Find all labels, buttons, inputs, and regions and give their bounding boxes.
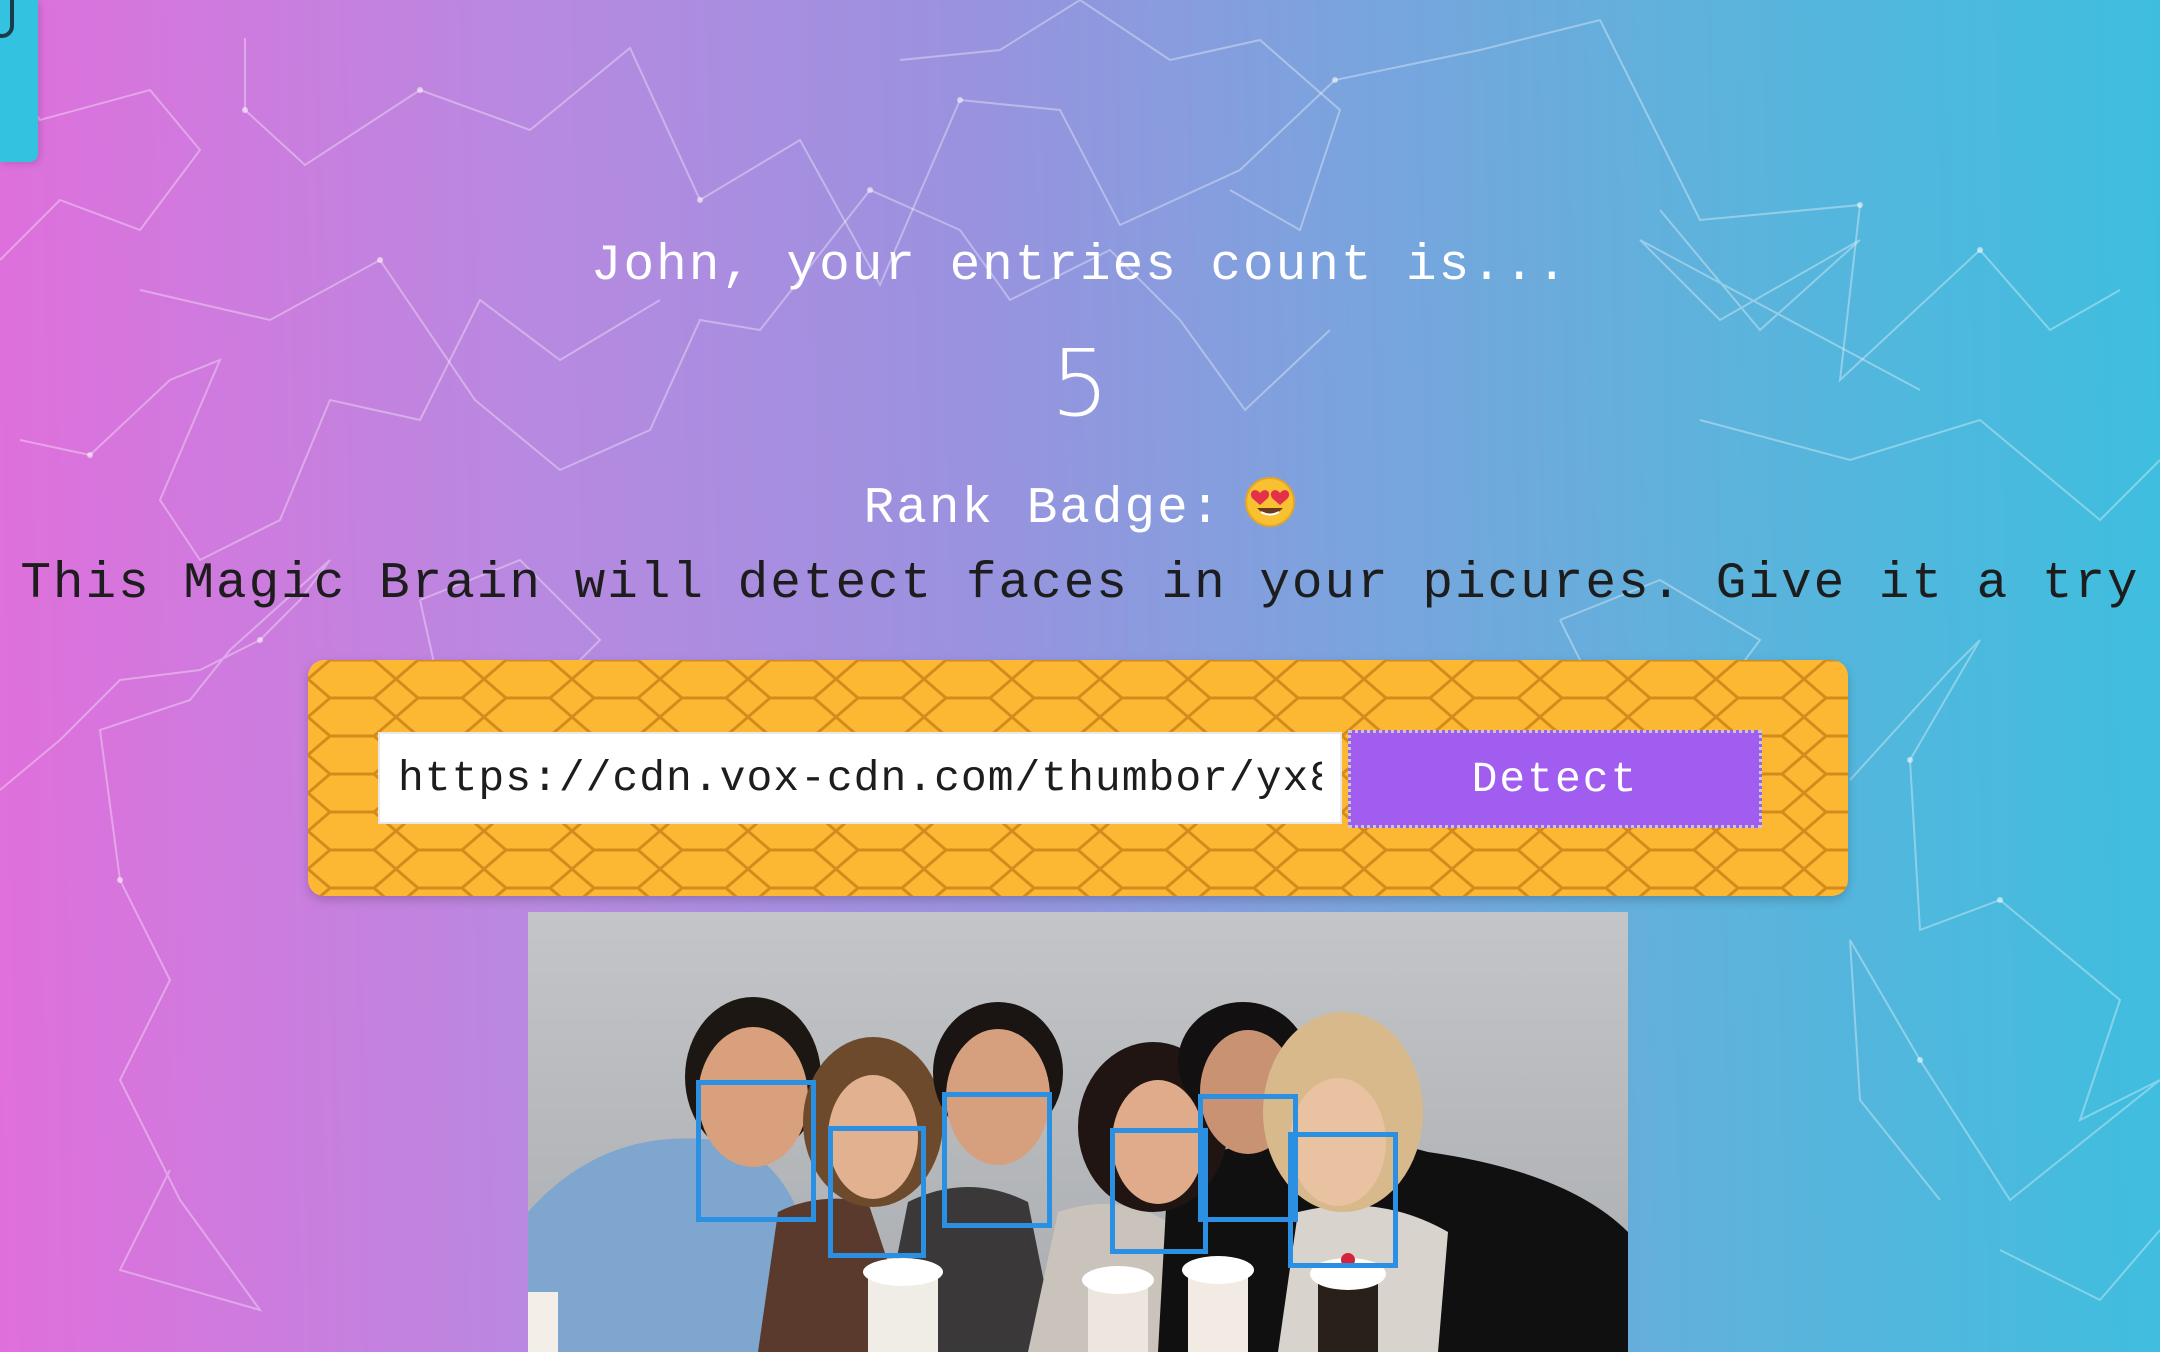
image-link-form: Detect <box>308 660 1848 896</box>
rank-badge-row: Rank Badge: <box>0 476 2160 538</box>
face-bounding-box <box>1198 1094 1298 1222</box>
face-bounding-box <box>828 1126 926 1258</box>
face-bounding-box <box>1288 1132 1398 1268</box>
heart-eyes-emoji-icon <box>1245 477 1296 527</box>
friends-cast-photo <box>528 912 1628 1352</box>
rank-badge-label: Rank Badge: <box>863 481 1223 538</box>
image-url-input[interactable] <box>378 732 1342 824</box>
logo-tab[interactable] <box>0 0 38 162</box>
entries-greeting: John, your entries count is... <box>590 238 1570 295</box>
face-bounding-box <box>1110 1128 1208 1254</box>
face-bounding-box <box>696 1080 816 1222</box>
face-detection-image <box>528 912 1628 1352</box>
entries-count: 5 <box>1050 330 1110 437</box>
detect-button[interactable]: Detect <box>1348 730 1762 828</box>
app-description: This Magic Brain will detect faces in yo… <box>20 556 2140 613</box>
face-bounding-box <box>942 1092 1052 1228</box>
